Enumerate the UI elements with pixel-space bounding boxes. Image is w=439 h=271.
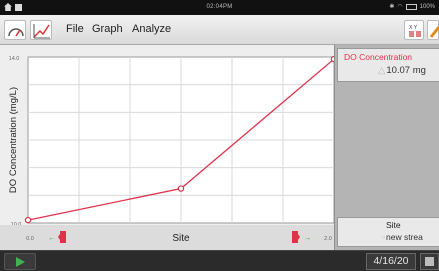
- arrow-right-icon: →: [304, 235, 311, 242]
- bottom-bar: 4/16/20: [0, 250, 439, 271]
- graph-menu[interactable]: Graph: [92, 23, 123, 35]
- date-display[interactable]: 4/16/20: [366, 253, 416, 270]
- x-tick-label-min: 0.0: [26, 236, 34, 242]
- disk-icon: [425, 257, 434, 266]
- do-meter-label: DO Concentration: [344, 52, 413, 62]
- entry-icon: ▫: [382, 232, 386, 242]
- analyze-menu[interactable]: Analyze: [132, 23, 171, 35]
- x-min-drag-handle[interactable]: [60, 231, 66, 243]
- battery-percent: 100%: [419, 3, 435, 10]
- gauge-icon: [8, 28, 24, 37]
- table-icon: X Y: [409, 25, 421, 37]
- meter-view-button[interactable]: [4, 20, 26, 40]
- bluetooth-icon: ✱: [389, 4, 395, 10]
- status-bar: 02:04PM ✱ ◠ 100%: [0, 0, 439, 15]
- save-button[interactable]: [420, 253, 439, 270]
- do-concentration-meter[interactable]: DO Concentration △10.07 mg: [337, 48, 439, 82]
- x-tick-label-max: 2.0: [324, 236, 332, 242]
- svg-text:X Y: X Y: [409, 25, 418, 31]
- site-meter-label: Site: [386, 220, 401, 230]
- graph-icon: [33, 24, 50, 39]
- pencil-icon: [429, 26, 439, 38]
- clock: 02:04PM: [206, 4, 233, 10]
- menu-bar: File Graph Analyze X Y: [0, 15, 439, 45]
- file-menu[interactable]: File: [66, 23, 84, 35]
- site-meter-value: new strea: [386, 232, 423, 242]
- graph-view-button[interactable]: [30, 20, 52, 40]
- site-meter[interactable]: Site ▫new strea: [337, 217, 439, 247]
- y-tick-label-max: 14.0: [9, 56, 20, 62]
- table-view-button[interactable]: X Y: [404, 20, 424, 40]
- draw-button[interactable]: [427, 20, 439, 40]
- line-chart[interactable]: DO Concentration (mg/L) 14.0 10.0 0.0 2.…: [0, 45, 334, 250]
- collect-button[interactable]: [4, 253, 36, 270]
- delta-icon: △: [378, 65, 386, 76]
- play-icon: [16, 257, 25, 267]
- battery-icon: [405, 3, 417, 10]
- wifi-icon: ◠: [397, 4, 403, 10]
- meter-panel: DO Concentration △10.07 mg Site ▫new str…: [334, 45, 439, 250]
- data-point[interactable]: [177, 185, 185, 192]
- y-axis-label: DO Concentration (mg/L): [8, 87, 19, 193]
- graph-area[interactable]: DO Concentration (mg/L) 14.0 10.0 0.0 2.…: [0, 45, 334, 250]
- data-point[interactable]: [24, 216, 32, 224]
- x-max-drag-handle[interactable]: [292, 231, 298, 243]
- x-axis-label: Site: [172, 233, 190, 244]
- do-meter-value: 10.07 mg: [386, 65, 426, 76]
- arrow-left-icon: ←: [48, 235, 55, 242]
